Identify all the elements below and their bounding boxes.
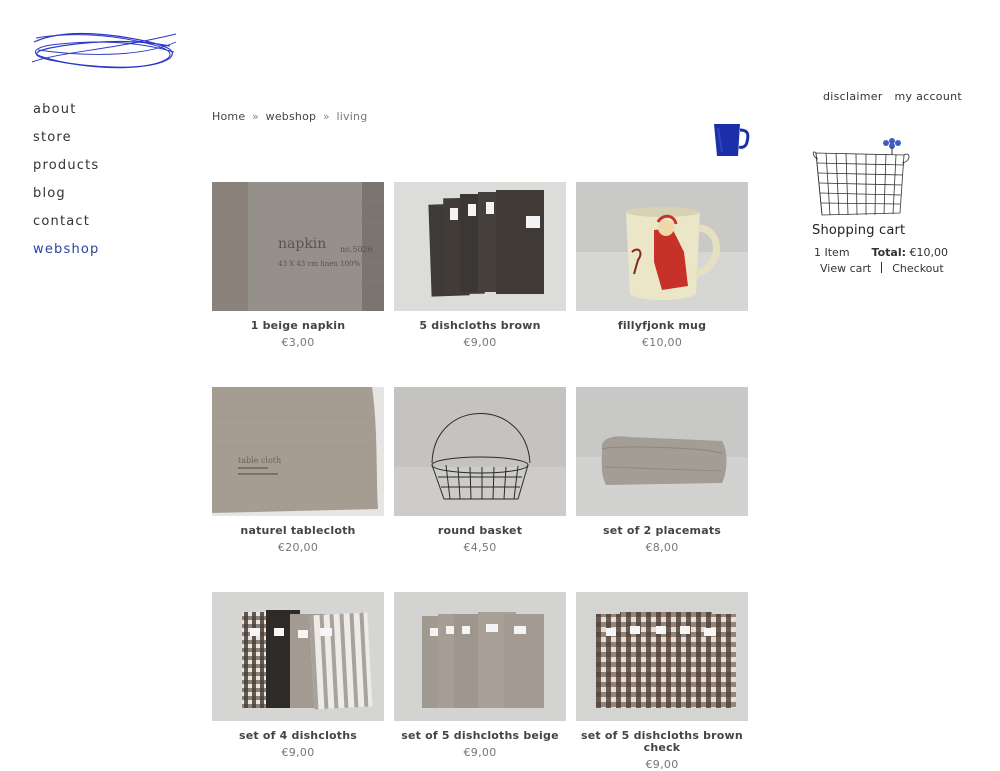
- product-name[interactable]: set of 5 dishcloths brown check: [576, 730, 748, 754]
- product-image-dishcloths-beige[interactable]: [394, 592, 566, 721]
- product-name[interactable]: 5 dishcloths brown: [394, 320, 566, 332]
- product-price: €8,00: [645, 541, 679, 554]
- product-image-dishcloths-brown-check[interactable]: [576, 592, 748, 721]
- nav-item-blog[interactable]: blog: [33, 185, 100, 213]
- tablecloth-tag-text: table cloth: [238, 456, 281, 465]
- product-card: napkin no.5026 43 X 43 cm linen 100% 1 b…: [212, 182, 384, 349]
- breadcrumb-home[interactable]: Home: [212, 110, 245, 123]
- product-price: €20,00: [277, 541, 319, 554]
- disclaimer-link[interactable]: disclaimer: [823, 90, 883, 103]
- product-price: €9,00: [645, 758, 679, 771]
- cart-item-count: 1 Item: [814, 246, 850, 259]
- wire-basket-icon[interactable]: [812, 137, 912, 221]
- product-price: €3,00: [281, 336, 315, 349]
- breadcrumb-webshop[interactable]: webshop: [266, 110, 317, 123]
- top-links: disclaimer my account: [815, 90, 962, 103]
- product-card: table cloth naturel tablecloth €20,00: [212, 387, 384, 554]
- cart-total-value: €10,00: [909, 246, 949, 259]
- cart-links: View cart Checkout: [812, 262, 962, 275]
- napkin-tag-text: napkin: [278, 236, 326, 252]
- product-card: set of 4 dishcloths €9,00: [212, 592, 384, 759]
- product-image-set-of-4-dishcloths[interactable]: [212, 592, 384, 721]
- product-price: €9,00: [463, 336, 497, 349]
- breadcrumb-separator: »: [322, 110, 330, 123]
- product-price: €4,50: [463, 541, 497, 554]
- product-image-naturel-tablecloth[interactable]: table cloth: [212, 387, 384, 516]
- product-name[interactable]: set of 5 dishcloths beige: [394, 730, 566, 742]
- shopping-cart-widget: Shopping cart 1 Item Total: €10,00 View …: [812, 137, 962, 275]
- breadcrumb-current: living: [336, 110, 368, 123]
- napkin-size-text: 43 X 43 cm linen 100%: [278, 260, 360, 268]
- product-image-fillyfjonk-mug[interactable]: [576, 182, 748, 311]
- product-card: set of 2 placemats €8,00: [576, 387, 748, 554]
- napkin-number-text: no.5026: [340, 245, 373, 254]
- product-image-placemats[interactable]: [576, 387, 748, 516]
- nav-item-webshop[interactable]: webshop: [33, 241, 100, 269]
- product-name[interactable]: set of 2 placemats: [576, 525, 748, 537]
- product-name[interactable]: round basket: [394, 525, 566, 537]
- nav-item-store[interactable]: store: [33, 129, 100, 157]
- view-cart-link[interactable]: View cart: [820, 262, 871, 275]
- nav-item-about[interactable]: about: [33, 101, 100, 129]
- mug-icon: [714, 124, 750, 156]
- cart-total: Total: €10,00: [872, 246, 948, 259]
- product-name[interactable]: set of 4 dishcloths: [212, 730, 384, 742]
- product-card: set of 5 dishcloths beige €9,00: [394, 592, 566, 759]
- breadcrumb-separator: »: [252, 110, 259, 123]
- main-nav: about store products blog contact websho…: [33, 101, 100, 269]
- nav-item-contact[interactable]: contact: [33, 213, 100, 241]
- product-name[interactable]: naturel tablecloth: [212, 525, 384, 537]
- scribble-logo[interactable]: [30, 28, 178, 74]
- product-price: €9,00: [463, 746, 497, 759]
- cart-link-divider: [881, 262, 883, 273]
- product-card: round basket €4,50: [394, 387, 566, 554]
- cart-title: Shopping cart: [812, 223, 906, 238]
- nav-item-products[interactable]: products: [33, 157, 100, 185]
- product-card: set of 5 dishcloths brown check €9,00: [576, 592, 748, 771]
- breadcrumb: Home » webshop » living: [212, 110, 367, 123]
- cart-summary: 1 Item Total: €10,00: [812, 246, 962, 259]
- checkout-link[interactable]: Checkout: [892, 262, 943, 275]
- product-name[interactable]: 1 beige napkin: [212, 320, 384, 332]
- product-image-round-basket[interactable]: [394, 387, 566, 516]
- cart-total-label: Total:: [871, 246, 906, 259]
- product-price: €9,00: [281, 746, 315, 759]
- product-card: fillyfjonk mug €10,00: [576, 182, 748, 349]
- product-image-beige-napkin[interactable]: napkin no.5026 43 X 43 cm linen 100%: [212, 182, 384, 311]
- my-account-link[interactable]: my account: [894, 90, 962, 103]
- product-card: 5 dishcloths brown €9,00: [394, 182, 566, 349]
- product-name[interactable]: fillyfjonk mug: [576, 320, 748, 332]
- product-price: €10,00: [641, 336, 683, 349]
- product-image-dishcloths-brown[interactable]: [394, 182, 566, 311]
